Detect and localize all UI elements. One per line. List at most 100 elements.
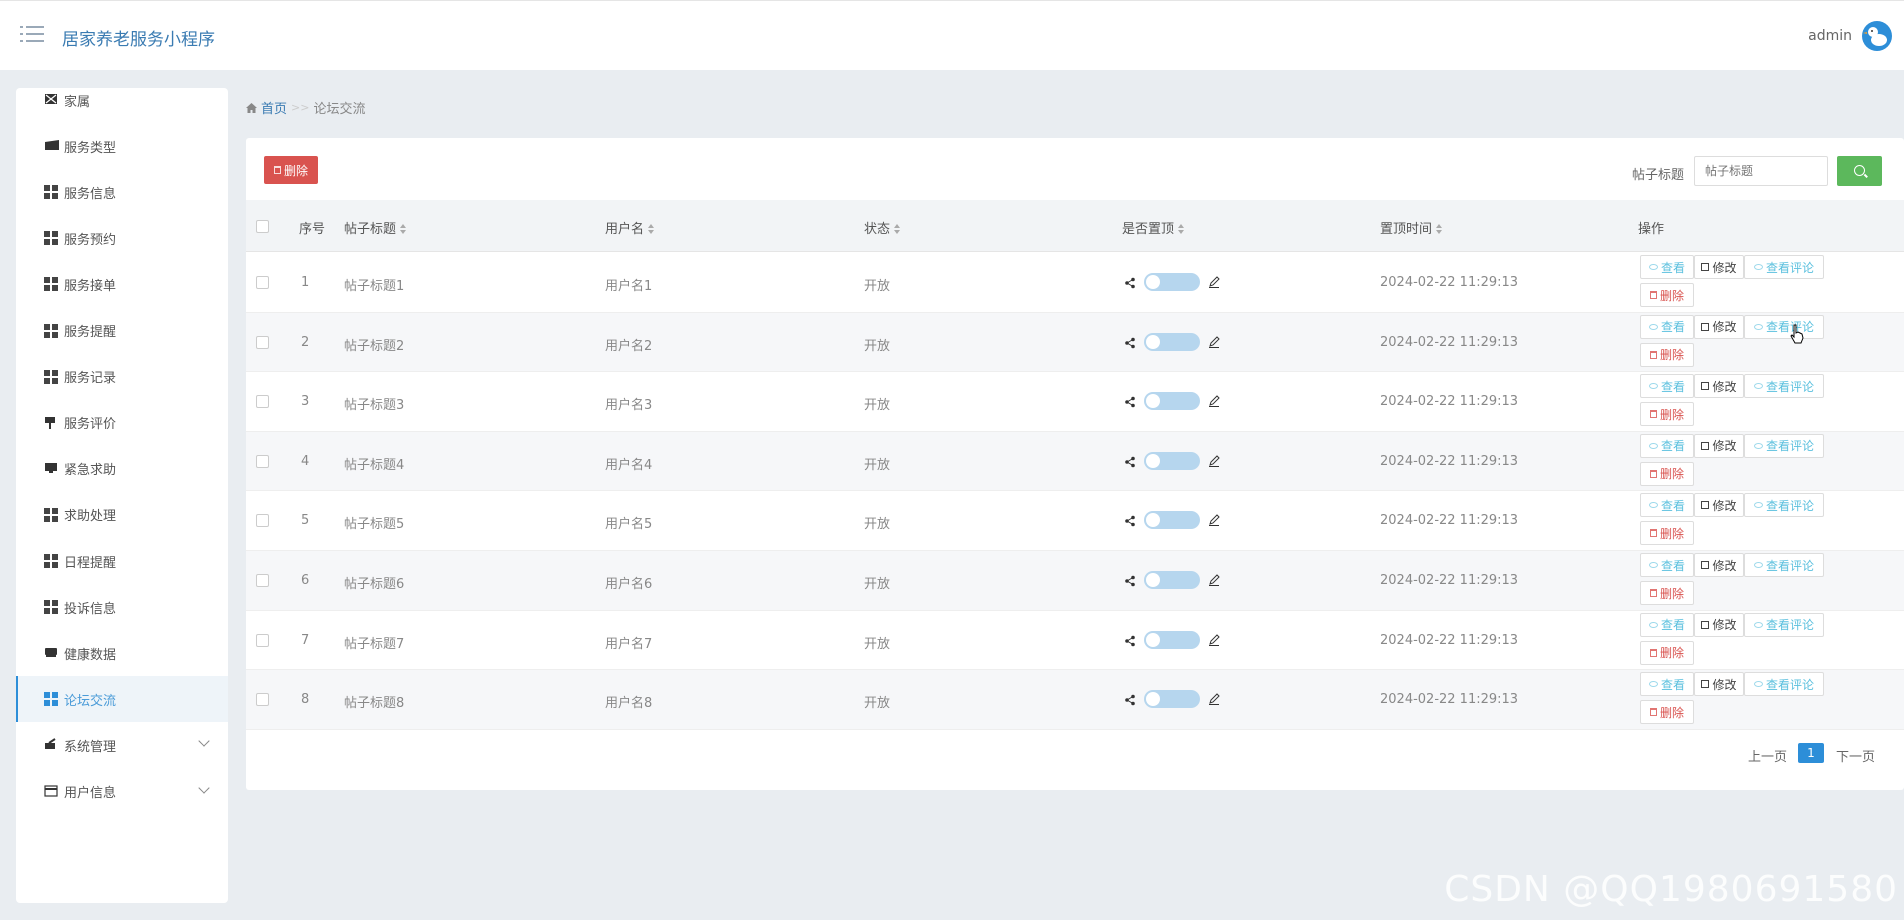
col-pin-time[interactable]: 置顶时间 [1380,218,1443,237]
sidebar-item-13[interactable]: 健康数据 [16,630,228,676]
share-icon[interactable] [1124,635,1136,647]
sort-icon[interactable] [400,224,407,234]
sidebar-item-4[interactable]: 服务预约 [16,215,228,261]
view-comments-button[interactable]: 查看评论 [1744,553,1824,577]
view-button[interactable]: 查看 [1640,612,1694,637]
edit-button[interactable]: 修改 [1694,314,1744,339]
user-name[interactable]: admin [1808,28,1852,44]
pinned-toggle[interactable] [1144,690,1200,709]
chevron-down-icon[interactable] [198,781,210,794]
sidebar-item-2[interactable]: 服务类型 [16,123,228,169]
edit-button[interactable]: 修改 [1694,493,1744,518]
view-button[interactable]: 查看 [1640,433,1694,458]
edit-button[interactable]: 修改 [1694,374,1744,399]
prev-page-button[interactable]: 上一页 [1748,746,1787,765]
pen-icon[interactable] [1208,335,1220,348]
sort-icon[interactable] [1178,224,1185,234]
delete-button[interactable]: 删除 [1640,700,1694,725]
col-pinned[interactable]: 是否置顶 [1122,218,1185,237]
sidebar-item-7[interactable]: 服务记录 [16,354,228,400]
pen-icon[interactable] [1208,574,1220,586]
menu-toggle-icon[interactable] [20,26,44,46]
view-comments-button[interactable]: 查看评论 [1744,493,1824,518]
sort-icon[interactable] [648,224,655,234]
delete-button[interactable]: 删除 [1640,283,1694,307]
delete-button[interactable]: 删除 [1640,521,1694,546]
share-icon[interactable] [1124,396,1136,408]
pen-icon[interactable] [1208,514,1220,527]
row-checkbox[interactable] [256,574,269,587]
view-comments-button[interactable]: 查看评论 [1744,314,1824,339]
row-checkbox[interactable] [256,395,269,409]
breadcrumb-home-link[interactable]: 首页 [261,98,287,117]
sidebar-item-15[interactable]: 系统管理 [16,722,228,768]
chevron-down-icon[interactable] [198,735,210,748]
sidebar-item-14[interactable]: 论坛交流 [16,676,228,723]
avatar[interactable] [1862,21,1892,51]
pen-icon[interactable] [1208,633,1220,646]
sidebar-item-12[interactable]: 投诉信息 [16,584,228,630]
row-checkbox[interactable] [256,633,269,647]
sidebar-item-16[interactable]: 用户信息 [16,769,228,815]
sort-icon[interactable] [1436,224,1443,234]
view-comments-button[interactable]: 查看评论 [1744,255,1824,279]
view-button[interactable]: 查看 [1640,314,1694,339]
pinned-toggle[interactable] [1144,332,1200,351]
view-button[interactable]: 查看 [1640,255,1694,279]
sidebar-item-1[interactable]: 家属 [16,88,228,123]
col-status[interactable]: 状态 [864,218,901,237]
delete-button[interactable]: 删除 [1640,342,1694,367]
pinned-toggle[interactable] [1144,392,1200,411]
view-button[interactable]: 查看 [1640,672,1694,697]
pen-icon[interactable] [1208,693,1220,706]
view-comments-button[interactable]: 查看评论 [1744,374,1824,399]
select-all-checkbox[interactable] [256,220,269,233]
row-checkbox[interactable] [256,514,269,528]
delete-button[interactable]: 删除 [1640,402,1694,427]
sidebar-item-9[interactable]: 紧急求助 [16,446,228,492]
sidebar-item-10[interactable]: 求助处理 [16,492,228,538]
share-icon[interactable] [1124,694,1136,706]
edit-button[interactable]: 修改 [1694,255,1744,279]
share-icon[interactable] [1124,515,1136,527]
sidebar-item-5[interactable]: 服务接单 [16,261,228,307]
view-button[interactable]: 查看 [1640,553,1694,577]
row-checkbox[interactable] [256,276,269,289]
edit-button[interactable]: 修改 [1694,433,1744,458]
delete-button[interactable]: 删除 [1640,581,1694,605]
col-title[interactable]: 帖子标题 [344,218,407,237]
share-icon[interactable] [1124,456,1136,468]
pinned-toggle[interactable] [1144,273,1200,291]
sidebar-item-6[interactable]: 服务提醒 [16,308,228,354]
edit-button[interactable]: 修改 [1694,553,1744,577]
delete-button[interactable]: 删除 [1640,640,1694,665]
pinned-toggle[interactable] [1144,511,1200,530]
row-checkbox[interactable] [256,335,269,349]
sidebar-item-3[interactable]: 服务信息 [16,169,228,215]
view-button[interactable]: 查看 [1640,374,1694,399]
view-comments-button[interactable]: 查看评论 [1744,672,1824,697]
col-username[interactable]: 用户名 [605,218,655,237]
view-comments-button[interactable]: 查看评论 [1744,433,1824,458]
pen-icon[interactable] [1208,455,1220,467]
edit-button[interactable]: 修改 [1694,672,1744,697]
pen-icon[interactable] [1208,395,1220,408]
bulk-delete-button[interactable]: 删除 [264,156,318,184]
pinned-toggle[interactable] [1144,571,1200,589]
pinned-toggle[interactable] [1144,451,1200,470]
view-button[interactable]: 查看 [1640,493,1694,518]
current-page-button[interactable]: 1 [1798,743,1824,763]
search-button[interactable] [1837,156,1882,186]
search-input[interactable] [1694,156,1828,186]
sidebar-item-8[interactable]: 服务评价 [16,400,228,446]
view-comments-button[interactable]: 查看评论 [1744,612,1824,637]
row-checkbox[interactable] [256,454,269,468]
row-checkbox[interactable] [256,693,269,707]
share-icon[interactable] [1124,575,1136,587]
share-icon[interactable] [1124,337,1136,349]
delete-button[interactable]: 删除 [1640,461,1694,486]
share-icon[interactable] [1124,277,1136,289]
sort-icon[interactable] [894,224,901,234]
pinned-toggle[interactable] [1144,630,1200,649]
edit-button[interactable]: 修改 [1694,612,1744,637]
